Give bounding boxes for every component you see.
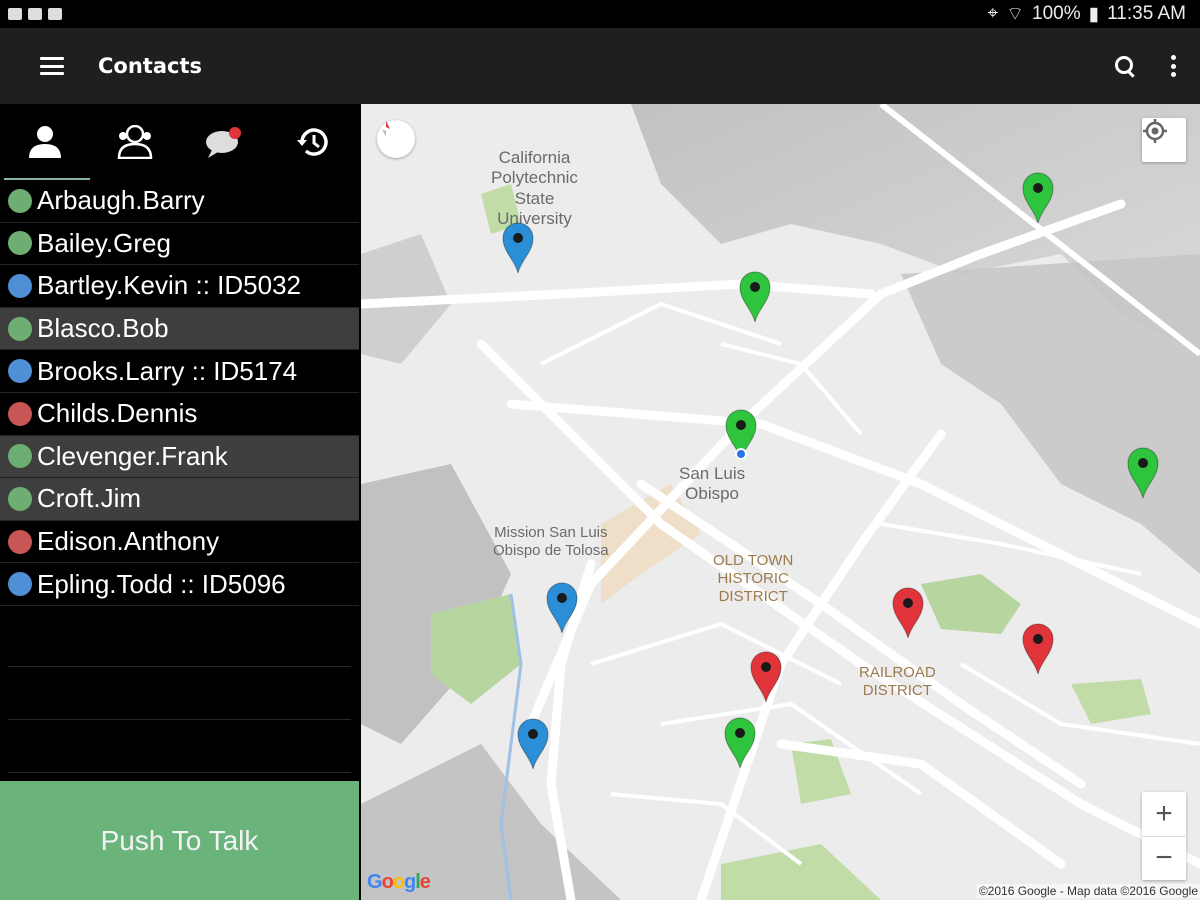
presence-status-icon [8, 359, 32, 384]
presence-status-icon [8, 572, 32, 597]
tab-history[interactable] [269, 104, 359, 180]
crosshair-icon [1143, 119, 1167, 143]
contact-item[interactable]: Edison.Anthony [0, 521, 359, 564]
empty-list-area [0, 614, 359, 773]
page-title: Contacts [98, 54, 202, 78]
contact-name: Childs.Dennis [37, 398, 198, 429]
blue-location-pin-icon[interactable] [545, 582, 579, 634]
contact-item[interactable]: Bailey.Greg [0, 223, 359, 266]
map-label-mission: Mission San Luis Obispo de Tolosa [493, 524, 609, 559]
contact-item[interactable]: Epling.Todd :: ID5096 [0, 563, 359, 606]
tab-messages[interactable] [180, 104, 270, 180]
contact-name: Bailey.Greg [37, 227, 171, 258]
google-logo: Google [367, 871, 431, 893]
zoom-out-button[interactable]: − [1142, 837, 1186, 881]
contacts-panel: Arbaugh.BarryBailey.GregBartley.Kevin ::… [0, 104, 359, 900]
map-label-railroad-district: RAILROAD DISTRICT [859, 664, 936, 699]
empty-row [8, 614, 351, 667]
compass-icon [382, 121, 390, 137]
clock: 11:35 AM [1107, 3, 1186, 24]
group-icon [117, 125, 152, 159]
contact-item[interactable]: Blasco.Bob [0, 307, 359, 351]
green-location-pin-icon[interactable] [738, 271, 772, 323]
overflow-menu-icon[interactable] [1170, 55, 1176, 77]
map-base [361, 104, 1200, 900]
presence-status-icon [8, 529, 32, 554]
contact-item[interactable]: Childs.Dennis [0, 393, 359, 436]
notification-icons [8, 8, 62, 20]
map-label-san-luis-obispo: San Luis Obispo [679, 464, 746, 504]
red-location-pin-icon[interactable] [1021, 623, 1055, 675]
contact-name: Epling.Todd :: ID5096 [37, 568, 286, 599]
history-icon [297, 128, 328, 156]
presence-status-icon [8, 486, 32, 511]
contact-item[interactable]: Bartley.Kevin :: ID5032 [0, 265, 359, 308]
tab-bar [0, 104, 359, 180]
battery-icon: ▮ [1088, 3, 1100, 25]
image-notification-icon [48, 8, 62, 20]
presence-status-icon [8, 231, 32, 256]
location-icon: ⌖ [987, 3, 999, 24]
red-location-pin-icon[interactable] [891, 587, 925, 639]
presence-status-icon [8, 188, 32, 213]
contact-item[interactable]: Brooks.Larry :: ID5174 [0, 350, 359, 393]
zoom-in-button[interactable]: + [1142, 792, 1186, 837]
contact-name: Brooks.Larry :: ID5174 [37, 355, 298, 386]
contact-item[interactable]: Clevenger.Frank [0, 435, 359, 479]
green-location-pin-icon[interactable] [723, 717, 757, 769]
group-notification-icon [28, 8, 42, 20]
search-icon[interactable] [1114, 55, 1136, 77]
empty-row [8, 720, 351, 773]
presence-status-icon [8, 273, 32, 298]
status-bar: ⌖ ⌔ 100% ▮ 11:35 AM [0, 0, 1200, 28]
empty-row [8, 667, 351, 720]
my-location-dot [735, 448, 747, 460]
tab-groups[interactable] [90, 104, 180, 180]
contact-name: Arbaugh.Barry [37, 185, 205, 216]
contact-name: Edison.Anthony [37, 526, 220, 557]
push-to-talk-button[interactable]: Push To Talk [0, 781, 359, 900]
contact-list: Arbaugh.BarryBailey.GregBartley.Kevin ::… [0, 180, 359, 606]
green-location-pin-icon[interactable] [1021, 172, 1055, 224]
wifi-icon: ⌔ [1006, 4, 1025, 25]
presence-status-icon [8, 316, 32, 341]
compass-button[interactable] [377, 120, 415, 158]
my-location-button[interactable] [1142, 118, 1186, 162]
battery-level: 100% [1032, 3, 1081, 24]
contact-name: Clevenger.Frank [37, 440, 228, 471]
contact-item[interactable]: Arbaugh.Barry [0, 180, 359, 223]
blue-location-pin-icon[interactable] [501, 222, 535, 274]
map-label-cal-poly: California Polytechnic State University [491, 148, 578, 229]
presence-status-icon [8, 401, 32, 426]
person-icon [28, 126, 61, 158]
tab-contacts[interactable] [0, 104, 90, 180]
chat-icon [206, 127, 242, 158]
hamburger-menu-icon[interactable] [40, 57, 64, 75]
contact-name: Croft.Jim [37, 483, 141, 514]
map-label-old-town: OLD TOWN HISTORIC DISTRICT [713, 552, 794, 605]
map-attribution: ©2016 Google - Map data ©2016 Google [976, 884, 1200, 898]
presence-status-icon [8, 444, 32, 469]
map-view[interactable]: California Polytechnic State University San… [361, 104, 1200, 900]
contact-name: Blasco.Bob [37, 313, 169, 344]
red-location-pin-icon[interactable] [749, 651, 783, 703]
green-location-pin-icon[interactable] [1126, 447, 1160, 499]
app-bar: Contacts [0, 28, 1200, 104]
chat-notification-icon [8, 8, 22, 20]
contact-item[interactable]: Croft.Jim [0, 478, 359, 521]
blue-location-pin-icon[interactable] [516, 718, 550, 770]
zoom-controls: + − [1142, 792, 1186, 880]
contact-name: Bartley.Kevin :: ID5032 [37, 270, 301, 301]
